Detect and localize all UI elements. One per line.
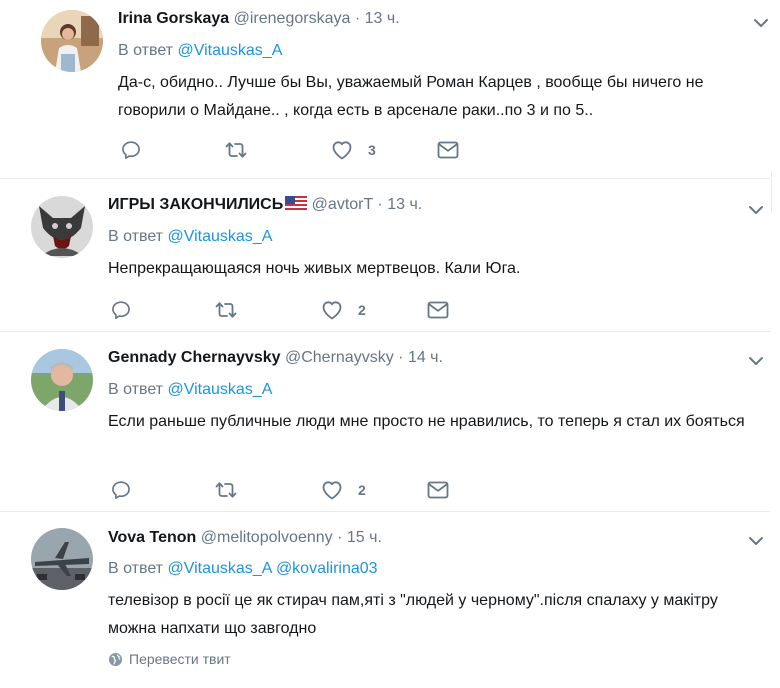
avatar[interactable] (31, 349, 93, 411)
like-count: 2 (358, 302, 366, 318)
globe-icon (108, 652, 123, 666)
timestamp[interactable]: 13 ч. (365, 10, 400, 27)
tweet-actions: 2 (108, 298, 468, 322)
envelope-icon (436, 138, 460, 162)
retweet-button[interactable] (224, 138, 248, 162)
us-flag-icon (285, 196, 308, 211)
avatar-image (31, 528, 93, 590)
direct-message-button[interactable] (426, 478, 450, 502)
author-name[interactable]: Gennady Chernayvsky (108, 349, 281, 366)
reply-context: В ответ @Vitauskas_A (118, 40, 282, 62)
envelope-icon (426, 478, 450, 502)
author-handle[interactable]: @irenegorskaya (234, 10, 351, 27)
separator-dot: · (377, 196, 383, 213)
author-name[interactable]: Vova Tenon (108, 529, 196, 546)
avatar-image (31, 196, 93, 258)
author-handle[interactable]: @avtorT (312, 196, 373, 213)
retweet-icon (224, 138, 248, 162)
tweet-text: Если раньше публичные люди мне просто не… (108, 413, 745, 430)
tweet-text: Да-с, обидно.. Лучше бы Вы, уважаемый Ро… (118, 74, 704, 119)
scrollbar-edge (771, 172, 772, 212)
tweet-actions: 2 (108, 478, 468, 502)
tweet-actions: 3 (118, 138, 478, 162)
chevron-down-icon[interactable] (747, 532, 765, 550)
envelope-icon (426, 298, 450, 322)
reply-context: В ответ @Vitauskas_A @kovalirina03 (108, 558, 378, 580)
tweet[interactable]: Gennady Chernayvsky @Chernayvsky · 14 ч.… (0, 332, 770, 512)
reply-context: В ответ @Vitauskas_A (108, 226, 272, 248)
tweet-text: телевізор в росії це як стирач пам,яті з… (108, 592, 718, 637)
retweet-icon (214, 478, 238, 502)
reply-prefix: В ответ (108, 560, 164, 577)
retweet-button[interactable] (214, 478, 238, 502)
tweet[interactable]: Vova Tenon @melitopolvoenny · 15 ч. В от… (0, 512, 770, 688)
reply-mention-link[interactable]: @Vitauskas_A (167, 560, 271, 577)
tweet-text: Непрекращающаяся ночь живых мертвецов. К… (108, 260, 521, 277)
reply-mention-link[interactable]: @Vitauskas_A (167, 228, 272, 245)
heart-icon (320, 478, 344, 502)
reply-mention-link[interactable]: @Vitauskas_A (177, 42, 282, 59)
retweet-icon (214, 298, 238, 322)
avatar-image (41, 10, 103, 72)
translate-label: Перевести твит (129, 651, 231, 667)
reply-icon (110, 479, 132, 501)
tweet[interactable]: Irina Gorskaya @irenegorskaya · 13 ч. В … (0, 0, 770, 179)
reply-icon (110, 299, 132, 321)
like-count: 3 (368, 142, 376, 158)
retweet-button[interactable] (214, 298, 238, 322)
reply-prefix: В ответ (108, 381, 164, 398)
author-handle[interactable]: @melitopolvoenny (201, 529, 333, 546)
separator-dot: · (337, 529, 343, 546)
reply-mention-link[interactable]: @kovalirina03 (276, 560, 378, 577)
reply-context: В ответ @Vitauskas_A (108, 379, 272, 401)
avatar-image (31, 349, 93, 411)
heart-icon (330, 138, 354, 162)
tweet[interactable]: ИГРЫ ЗАКОНЧИЛИСЬ @avtorT · 13 ч. В ответ… (0, 179, 770, 332)
heart-icon (320, 298, 344, 322)
like-button[interactable]: 2 (320, 478, 366, 502)
like-count: 2 (358, 482, 366, 498)
translate-tweet-link[interactable]: Перевести твит (108, 651, 231, 667)
timestamp[interactable]: 13 ч. (387, 196, 422, 213)
author-name[interactable]: ИГРЫ ЗАКОНЧИЛИСЬ (108, 196, 283, 213)
separator-dot: · (354, 10, 361, 27)
direct-message-button[interactable] (436, 138, 460, 162)
reply-prefix: В ответ (108, 228, 164, 245)
chevron-down-icon[interactable] (747, 201, 765, 219)
author-handle[interactable]: @Chernayvsky (285, 349, 394, 366)
direct-message-button[interactable] (426, 298, 450, 322)
like-button[interactable]: 2 (320, 298, 366, 322)
separator-dot: · (398, 349, 404, 366)
reply-button[interactable] (110, 298, 132, 322)
reply-mention-link[interactable]: @Vitauskas_A (167, 381, 272, 398)
timestamp[interactable]: 14 ч. (408, 349, 443, 366)
reply-icon (120, 139, 142, 161)
avatar[interactable] (41, 10, 103, 72)
chevron-down-icon[interactable] (752, 14, 770, 32)
chevron-down-icon[interactable] (747, 352, 765, 370)
reply-button[interactable] (110, 478, 132, 502)
reply-button[interactable] (120, 138, 142, 162)
author-name[interactable]: Irina Gorskaya (118, 10, 229, 27)
like-button[interactable]: 3 (330, 138, 376, 162)
avatar[interactable] (31, 196, 93, 258)
timestamp[interactable]: 15 ч. (347, 529, 382, 546)
avatar[interactable] (31, 528, 93, 590)
reply-prefix: В ответ (118, 42, 174, 59)
